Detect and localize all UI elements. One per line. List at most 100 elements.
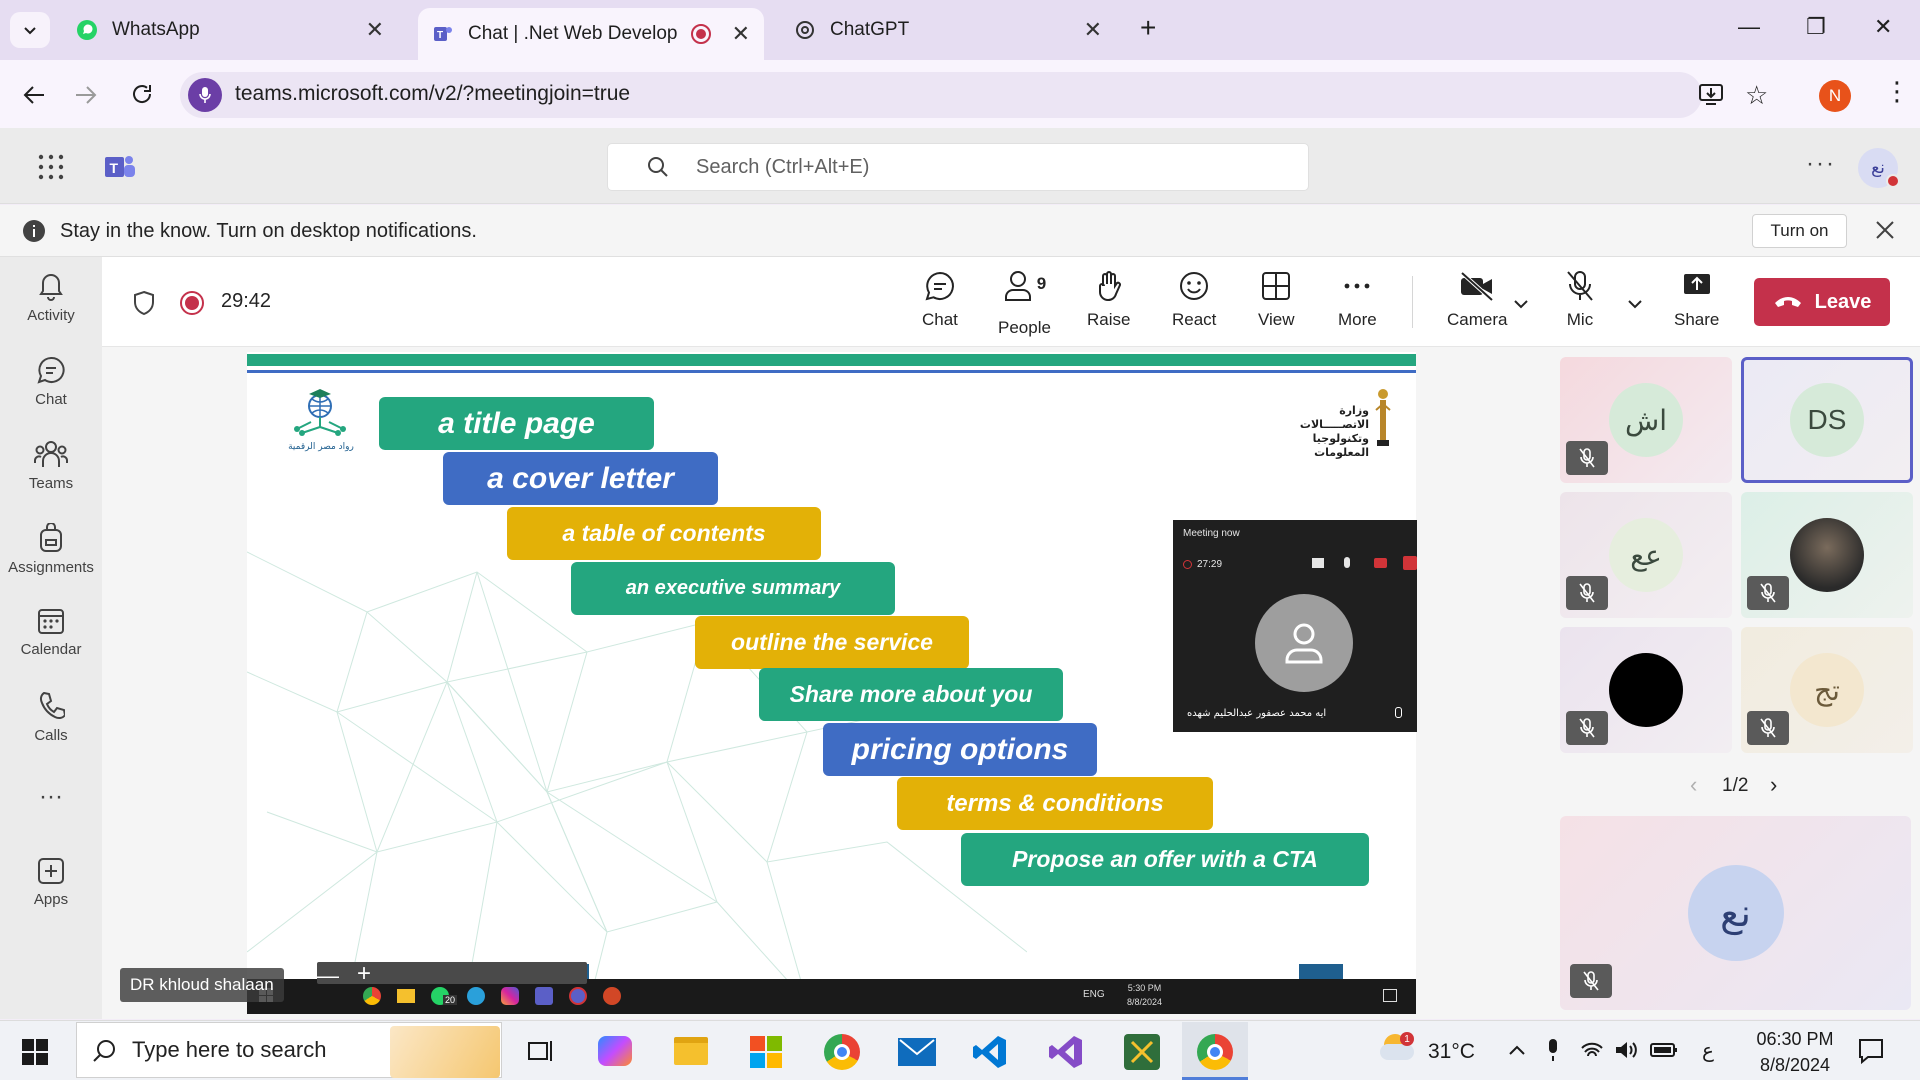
close-tab-icon[interactable]: ✕	[732, 21, 750, 47]
chrome-icon[interactable]	[824, 1034, 860, 1070]
show-hidden-icons-icon[interactable]	[1508, 1044, 1526, 1056]
search-icon	[93, 1040, 115, 1062]
system-clock[interactable]: 06:30 PM 8/8/2024	[1736, 1026, 1854, 1078]
participant-photo-avatar	[1790, 518, 1864, 592]
profile-avatar[interactable]: N	[1819, 80, 1851, 112]
smiley-icon	[1180, 272, 1209, 300]
volume-icon[interactable]	[1614, 1040, 1638, 1060]
settings-more-icon[interactable]: ···	[1806, 150, 1836, 178]
info-icon	[23, 220, 45, 242]
participant-tile[interactable]: اش	[1560, 357, 1732, 483]
windows-search-placeholder: Type here to search	[132, 1037, 327, 1062]
slide-step-share-more: Share more about you	[759, 668, 1063, 721]
close-tab-icon[interactable]: ✕	[1084, 17, 1102, 43]
inner-whatsapp-badge: 20	[443, 995, 458, 1005]
new-tab-button[interactable]: +	[1140, 12, 1156, 44]
microphone-in-use-icon[interactable]	[188, 78, 222, 112]
rail-item-apps[interactable]: Apps	[0, 857, 102, 908]
weather-icon[interactable]: 1	[1380, 1032, 1418, 1062]
svg-text:T: T	[437, 30, 443, 41]
people-icon	[1004, 271, 1031, 301]
people-button[interactable]: 9 People	[998, 270, 1051, 338]
tab-chatgpt[interactable]: ChatGPT ✕	[780, 8, 1116, 52]
task-view-icon[interactable]	[526, 1038, 554, 1064]
notification-center-icon[interactable]	[1858, 1038, 1884, 1064]
view-button[interactable]: View	[1258, 270, 1295, 330]
inner-chrome-icon	[363, 987, 381, 1005]
bookmark-star-icon[interactable]: ☆	[1745, 80, 1768, 111]
microsoft-store-icon[interactable]	[750, 1036, 782, 1068]
tab-title: Chat | .Net Web Developer (	[468, 23, 678, 44]
rail-item-activity[interactable]: Activity	[0, 271, 102, 324]
reload-icon[interactable]	[130, 82, 154, 106]
gallery-prev-icon[interactable]: ‹	[1690, 772, 1697, 798]
participant-tile[interactable]	[1741, 492, 1913, 618]
rail-item-calendar[interactable]: Calendar	[0, 607, 102, 658]
svg-text:T: T	[110, 160, 119, 176]
ministry-logo-text: وزارة الاتصـــــالات وتكنولوجيا المعلوما…	[1269, 404, 1369, 460]
mini-record-icon	[1183, 560, 1192, 569]
camera-options-chevron-icon[interactable]	[1513, 298, 1529, 310]
inner-zoom-out-icon: —	[317, 963, 339, 988]
browser-menu-icon[interactable]: ⋮	[1884, 76, 1910, 107]
turn-on-notifications-button[interactable]: Turn on	[1752, 214, 1847, 248]
muted-mic-icon	[1566, 441, 1608, 475]
inner-clock: 5:30 PM 8/8/2024	[1127, 981, 1162, 1009]
self-video-tile[interactable]: نع	[1560, 816, 1911, 1010]
weather-temp: 31°C	[1428, 1040, 1475, 1063]
gallery-next-icon[interactable]: ›	[1770, 772, 1777, 798]
chat-button[interactable]: Chat	[922, 270, 958, 330]
more-button[interactable]: More	[1338, 270, 1377, 330]
inner-folder-icon	[397, 989, 415, 1003]
visual-studio-icon[interactable]	[1048, 1034, 1084, 1070]
restore-button[interactable]: ❐	[1806, 14, 1826, 40]
close-tab-icon[interactable]: ✕	[366, 17, 384, 43]
add-apps-icon	[38, 858, 64, 884]
leave-button[interactable]: Leave	[1754, 278, 1890, 326]
rail-more-apps-icon[interactable]: ···	[0, 783, 102, 811]
tab-search-button[interactable]	[10, 12, 50, 48]
taskbar-chrome-active[interactable]	[1182, 1022, 1248, 1080]
copilot-icon[interactable]	[598, 1036, 632, 1066]
self-avatar: نع	[1687, 865, 1784, 961]
participant-tile[interactable]: عع	[1560, 492, 1732, 618]
tab-whatsapp[interactable]: WhatsApp ✕	[62, 8, 398, 52]
forward-icon[interactable]	[74, 84, 98, 106]
close-icon[interactable]	[1875, 220, 1895, 240]
participant-tile-selected[interactable]: DS	[1741, 357, 1913, 483]
participant-tile[interactable]: تج	[1741, 627, 1913, 753]
input-language[interactable]: ع	[1702, 1038, 1714, 1062]
raise-hand-button[interactable]: Raise	[1087, 270, 1130, 330]
window-close-button[interactable]: ✕	[1874, 14, 1892, 40]
back-icon[interactable]	[22, 84, 46, 106]
vscode-icon[interactable]	[972, 1034, 1008, 1070]
camera-button[interactable]: Camera	[1447, 270, 1507, 330]
share-button[interactable]: Share	[1674, 270, 1719, 330]
mic-tray-icon[interactable]	[1546, 1038, 1560, 1062]
rail-item-calls[interactable]: Calls	[0, 691, 102, 744]
mic-button[interactable]: Mic	[1565, 270, 1595, 330]
battery-icon[interactable]	[1650, 1042, 1678, 1058]
rail-item-teams[interactable]: Teams	[0, 439, 102, 492]
react-button[interactable]: React	[1172, 270, 1216, 330]
participant-tile[interactable]	[1560, 627, 1732, 753]
mic-options-chevron-icon[interactable]	[1627, 298, 1643, 310]
wifi-icon[interactable]	[1580, 1040, 1604, 1060]
snipping-tool-icon[interactable]	[1124, 1034, 1160, 1070]
whatsapp-icon	[77, 20, 97, 40]
windows-start-icon[interactable]	[22, 1039, 48, 1065]
shield-icon[interactable]	[132, 290, 156, 316]
mini-leave-icon	[1403, 556, 1417, 570]
file-explorer-icon[interactable]	[674, 1037, 708, 1065]
muted-mic-icon	[1566, 711, 1608, 745]
minimize-button[interactable]: —	[1738, 14, 1760, 40]
participant-avatar: اش	[1609, 383, 1683, 457]
rail-label: Calls	[34, 727, 68, 744]
tab-teams-chat[interactable]: T Chat | .Net Web Developer ( ✕	[418, 8, 764, 60]
rail-item-assignments[interactable]: Assignments	[0, 523, 102, 576]
rail-item-chat[interactable]: Chat	[0, 355, 102, 408]
mail-icon[interactable]	[898, 1038, 936, 1066]
install-app-icon[interactable]	[1698, 82, 1724, 106]
app-launcher-icon[interactable]	[38, 154, 64, 180]
inner-powerpoint-icon	[603, 987, 621, 1005]
